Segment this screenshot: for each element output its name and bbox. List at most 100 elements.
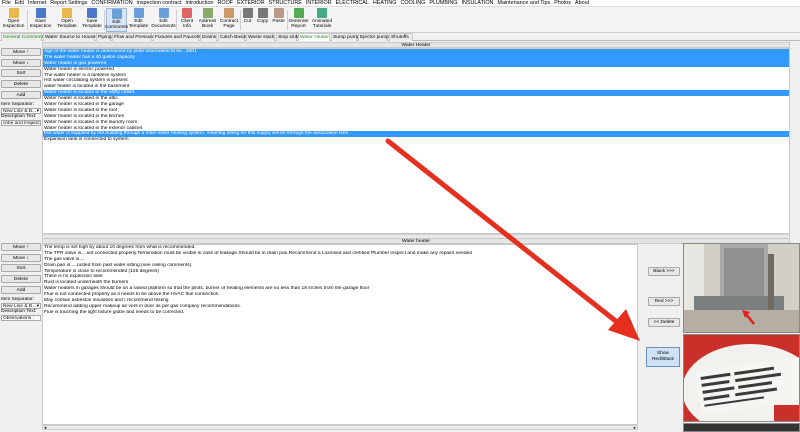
tab-5[interactable]: Drains: [200, 33, 217, 41]
menu-item-6[interactable]: introduction: [184, 0, 216, 7]
toolbar-label: Cut: [243, 19, 252, 24]
top_panel-add-button[interactable]: Add: [1, 90, 41, 99]
toolbar-button-13[interactable]: Generate Report: [288, 8, 309, 32]
toolbar-label: Paste: [272, 19, 285, 24]
scroll-left-icon[interactable]: ◂: [44, 425, 46, 431]
tab-9[interactable]: Water Heater: [298, 33, 330, 41]
bottom_panel-description-input[interactable]: Observations :: [1, 314, 41, 321]
tab-12[interactable]: Shutoffs: [389, 33, 413, 41]
menu-item-8[interactable]: EXTERIOR: [235, 0, 267, 7]
list-item[interactable]: Flue is touching the light fixture globe…: [43, 310, 637, 316]
toolbar-button-4[interactable]: Edit Comments: [105, 8, 128, 32]
contract-icon: [224, 8, 234, 18]
tab-8[interactable]: Stop sink: [276, 33, 298, 41]
menu-item-13[interactable]: COOLING: [398, 0, 427, 7]
toolbar-button-9[interactable]: Contract Page: [219, 8, 239, 32]
top_panel-description-input[interactable]: cribe and Inspect :: [1, 119, 41, 126]
black-arrow-button[interactable]: Black >>>: [648, 267, 680, 276]
toolbar-label: Template: [57, 24, 77, 29]
water-heater-photo-1[interactable]: [683, 243, 800, 333]
tab-11[interactable]: Ejector pump: [358, 33, 389, 41]
top_panel-move-down-button[interactable]: Move ↓: [1, 58, 41, 67]
toolbar-button-1[interactable]: Save Inspection: [28, 8, 53, 32]
toolbar-button-3[interactable]: Save Template: [80, 8, 104, 32]
save-icon: [35, 8, 46, 18]
menu-item-0[interactable]: File: [0, 0, 13, 7]
paste-icon: [273, 8, 284, 18]
tab-2[interactable]: Piping: [96, 33, 112, 41]
menu-item-17[interactable]: Photos: [552, 0, 573, 7]
top_panel-move-up-button[interactable]: Move ↑: [1, 48, 41, 56]
show-red-black-button[interactable]: Show Red/Black: [646, 347, 680, 367]
menu-item-14[interactable]: PLUMBING: [427, 0, 459, 7]
menu-item-2[interactable]: Internet: [26, 0, 48, 7]
toolbar-label: Inspection: [2, 24, 25, 29]
toolbar-label: Tutorials: [312, 24, 332, 29]
bottom-horizontal-scrollbar[interactable]: ◂ ▸: [42, 425, 638, 430]
toolbar-button-5[interactable]: Edit Template: [128, 8, 149, 32]
bottom_panel-delete-button[interactable]: Delete: [1, 275, 41, 284]
toolbar-button-7[interactable]: Client Info: [178, 8, 196, 32]
menu-item-9[interactable]: STRUCTURE: [267, 0, 304, 7]
bottom_panel-move-up-button[interactable]: Move ↑: [1, 243, 41, 251]
tab-6[interactable]: Catch Basin: [218, 33, 246, 41]
top-comment-list[interactable]: Age of the water heater is determined by…: [42, 48, 790, 234]
menu-item-15[interactable]: INSULATION: [460, 0, 496, 7]
toolbar-button-6[interactable]: Edit Documents: [151, 8, 176, 32]
water-heater-photo-2[interactable]: [683, 334, 800, 422]
document-icon: [158, 8, 169, 18]
menu-item-18[interactable]: About: [573, 0, 591, 7]
photo-1-image: [684, 244, 799, 332]
book-icon: [202, 8, 213, 18]
top_panel-sort-button[interactable]: Sort: [1, 69, 41, 78]
toolbar-label: Inspection: [29, 24, 52, 29]
menu-item-16[interactable]: Maintenance and Tips: [495, 0, 552, 7]
document-icon: [111, 9, 122, 19]
toolbar-label: Copy: [256, 19, 269, 24]
water-heater-photo-3[interactable]: [683, 423, 800, 432]
scroll-right-icon[interactable]: ▸: [634, 425, 636, 431]
menu-item-5[interactable]: inspection contract: [135, 0, 184, 7]
report-icon: [293, 8, 304, 18]
tab-bar: General Comments Water Source to House Pip…: [0, 33, 800, 41]
document-icon: [133, 8, 144, 18]
menu-item-3[interactable]: Report Settings: [48, 0, 89, 7]
menu-item-11[interactable]: ELECTRICAL: [334, 0, 371, 7]
toolbar-label: Page: [223, 24, 235, 29]
bottom_panel-sort-button[interactable]: Sort: [1, 264, 41, 273]
toolbar-label: Template: [82, 24, 102, 29]
tab-7[interactable]: Waste stack: [246, 33, 275, 41]
toolbar-label: Report: [291, 24, 306, 29]
toolbar-separator: [104, 10, 105, 30]
menu-item-1[interactable]: Edit: [13, 0, 26, 7]
bottom_panel-add-button[interactable]: Add: [1, 285, 41, 294]
bottom-observation-list[interactable]: The temp is set high by about 10 degrees…: [42, 244, 638, 425]
tab-0[interactable]: General Comments: [1, 33, 45, 41]
toolbar-button-0[interactable]: Open Inspection: [1, 8, 26, 32]
toolbar-button-11[interactable]: Copy: [256, 8, 269, 32]
toolbar-button-10[interactable]: Cut: [241, 8, 254, 32]
tab-10[interactable]: Sump pump: [331, 33, 359, 41]
menu-item-4[interactable]: CONFIRMATION: [89, 0, 134, 7]
top_panel-delete-button[interactable]: Delete: [1, 80, 41, 89]
scissors-icon: [242, 8, 253, 18]
toolbar-label: Template: [128, 24, 149, 29]
bottom_panel-move-down-button[interactable]: Move ↓: [1, 253, 41, 262]
menu-item-12[interactable]: HEATING: [371, 0, 399, 7]
toolbar-button-12[interactable]: Paste: [271, 8, 286, 32]
toolbar-button-8[interactable]: Address Book: [198, 8, 217, 32]
list-item[interactable]: Expansion tank is connected to system: [43, 137, 789, 143]
tab-3[interactable]: Flow and Pressure: [112, 33, 155, 41]
menu-item-7[interactable]: ROOF: [215, 0, 235, 7]
tab-1[interactable]: Water Source to House: [43, 33, 96, 41]
red-arrow-button[interactable]: Red >>>: [648, 297, 680, 306]
tab-4[interactable]: Fixtures and Faucets: [153, 33, 201, 41]
menu-bar: File Edit Internet Report Settings CONFIRMAT…: [0, 0, 800, 7]
copy-icon: [257, 8, 268, 18]
toolbar-button-2[interactable]: Open Template: [55, 8, 79, 32]
toolbar-separator: [240, 10, 241, 30]
menu-item-10[interactable]: INTERIOR: [304, 0, 334, 7]
toolbar-button-14[interactable]: Animated Tutorials: [311, 8, 333, 32]
folder-icon: [8, 8, 19, 18]
delete-photo-button[interactable]: << Delete: [648, 318, 680, 327]
